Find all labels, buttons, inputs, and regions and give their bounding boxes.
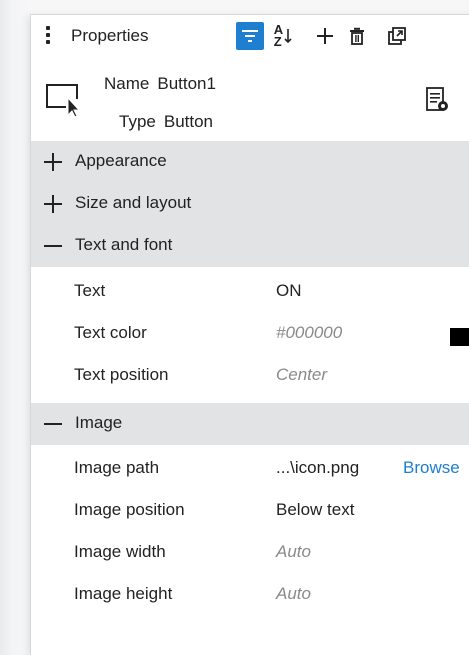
property-label: Text color: [74, 323, 147, 342]
document-settings-icon[interactable]: [426, 87, 452, 115]
object-name-label: Name: [104, 74, 150, 93]
property-row-text-color[interactable]: Text color #000000: [31, 312, 469, 354]
property-value[interactable]: Center: [276, 365, 327, 385]
property-row-text[interactable]: Text ON: [31, 270, 469, 312]
popout-button[interactable]: [383, 22, 411, 50]
browse-link[interactable]: Browse: [403, 458, 460, 478]
property-value[interactable]: #000000: [276, 323, 342, 343]
section-image-label: Image: [75, 413, 123, 432]
property-row-text-position[interactable]: Text position Center: [31, 354, 469, 396]
section-size-layout-label: Size and layout: [75, 193, 192, 212]
section-size-layout[interactable]: Size and layout: [31, 183, 469, 225]
collapse-icon: [44, 423, 62, 425]
more-vertical-icon[interactable]: [45, 26, 51, 44]
trash-icon: [350, 27, 364, 45]
properties-toolbar: Properties A Z: [31, 15, 469, 57]
section-appearance[interactable]: Appearance: [31, 141, 469, 183]
sort-az-button[interactable]: A Z: [269, 22, 297, 50]
property-row-image-path[interactable]: Image path ...\icon.png Browse: [31, 447, 469, 489]
property-row-image-position[interactable]: Image position Below text: [31, 489, 469, 531]
object-name-row: Name Button1: [104, 74, 216, 94]
object-name-value: Button1: [157, 74, 216, 93]
property-label: Image width: [74, 542, 166, 561]
filter-icon: [242, 30, 258, 42]
property-label: Image path: [74, 458, 160, 477]
sort-az-icon: A Z: [273, 23, 283, 49]
section-image[interactable]: Image: [31, 403, 469, 445]
object-type-label: Type: [119, 112, 156, 131]
property-value[interactable]: Below text: [276, 500, 354, 520]
property-value[interactable]: ON: [276, 281, 302, 301]
property-row-image-height[interactable]: Image height Auto: [31, 573, 469, 615]
color-swatch[interactable]: [450, 328, 469, 346]
section-text-font-label: Text and font: [75, 235, 173, 254]
expand-icon: [44, 153, 62, 171]
sort-az-bottom: Z: [273, 34, 282, 49]
collapse-icon: [44, 245, 62, 247]
panel-title: Properties: [71, 26, 149, 45]
property-row-image-width[interactable]: Image width Auto: [31, 531, 469, 573]
property-value[interactable]: Auto: [276, 542, 311, 562]
property-label: Image position: [74, 500, 185, 519]
delete-button[interactable]: [343, 22, 371, 50]
property-label: Image height: [74, 584, 173, 603]
property-value[interactable]: Auto: [276, 584, 311, 604]
section-text-font[interactable]: Text and font: [31, 225, 469, 267]
filter-button[interactable]: [236, 22, 264, 50]
select-object-icon: [46, 84, 81, 118]
section-appearance-label: Appearance: [75, 151, 167, 170]
popout-icon: [388, 27, 406, 45]
property-label: Text position: [74, 365, 169, 384]
property-label: Text: [74, 281, 106, 300]
expand-icon: [44, 195, 62, 213]
add-button[interactable]: [311, 22, 339, 50]
object-type-value: Button: [163, 112, 214, 131]
object-type-row: Type Button: [119, 112, 213, 132]
sort-arrow-icon: [284, 29, 292, 44]
property-value[interactable]: ...\icon.png: [276, 458, 359, 478]
add-icon: [317, 28, 333, 44]
